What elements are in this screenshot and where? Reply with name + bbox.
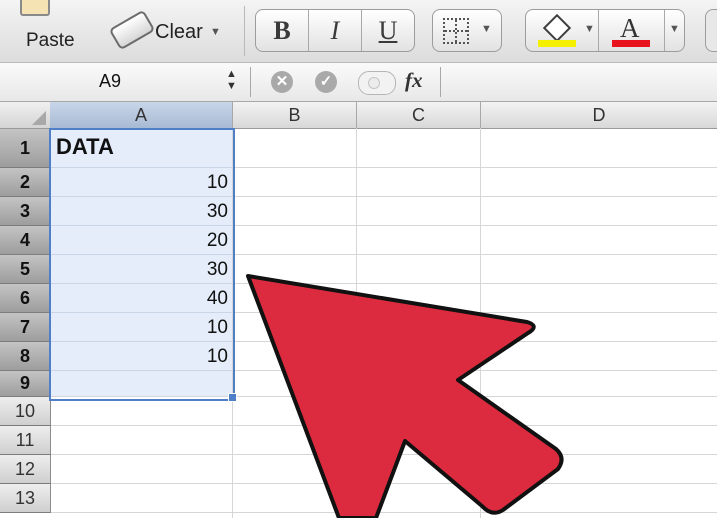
row-header-2[interactable]: 2 (0, 168, 51, 197)
gridline (232, 167, 717, 168)
gridline (50, 512, 717, 513)
more-button[interactable] (705, 9, 717, 52)
select-all-corner[interactable] (0, 102, 51, 129)
clear-button[interactable]: Clear ▼ (108, 9, 228, 52)
ribbon-toolbar: Paste Clear ▼ B I U ▼ ▼ A ▼ (0, 0, 717, 63)
gridline (232, 225, 717, 226)
row-header-12[interactable]: 12 (0, 455, 51, 484)
gridline (232, 283, 717, 284)
row-header-5[interactable]: 5 (0, 255, 51, 284)
row-header-6[interactable]: 6 (0, 284, 51, 313)
divider (440, 67, 441, 97)
row-header-1[interactable]: 1 (0, 129, 51, 168)
fx-icon[interactable]: fx (405, 68, 423, 93)
borders-button[interactable]: ▼ (432, 9, 502, 52)
fill-handle[interactable] (228, 393, 237, 402)
row-header-10[interactable]: 10 (0, 397, 51, 426)
column-header-c[interactable]: C (357, 102, 481, 129)
divider (664, 10, 665, 51)
formula-builder-toggle[interactable] (358, 71, 396, 95)
gridline (50, 454, 717, 455)
row-header-11[interactable]: 11 (0, 426, 51, 455)
column-header-d[interactable]: D (481, 102, 717, 129)
fill-color-swatch (538, 40, 576, 47)
paint-bucket-icon (542, 13, 572, 43)
bold-button[interactable]: B (256, 10, 309, 51)
borders-icon (443, 18, 469, 44)
name-box[interactable]: A9 ▲ ▼ (0, 66, 248, 96)
font-color-swatch (612, 40, 650, 47)
gridline (356, 128, 357, 518)
toolbar-divider (244, 6, 245, 56)
paste-button[interactable]: Paste (14, 0, 82, 60)
gridline (232, 370, 717, 371)
selection-border (49, 128, 235, 401)
chevron-down-icon: ▼ (210, 26, 221, 38)
row-header-3[interactable]: 3 (0, 197, 51, 226)
row-header-8[interactable]: 8 (0, 342, 51, 371)
italic-button[interactable]: I (309, 10, 362, 51)
gridline (50, 425, 717, 426)
column-header-a[interactable]: A (50, 102, 233, 129)
name-box-value: A9 (98, 71, 122, 91)
gridline (50, 483, 717, 484)
column-header-b[interactable]: B (233, 102, 357, 129)
confirm-icon[interactable]: ✓ (315, 71, 337, 93)
row-header-4[interactable]: 4 (0, 226, 51, 255)
eraser-icon (108, 9, 156, 51)
cancel-icon[interactable]: ✕ (271, 71, 293, 93)
gridline (232, 341, 717, 342)
row-header-9[interactable]: 9 (0, 371, 51, 397)
gridline (480, 128, 481, 518)
underline-button[interactable]: U (362, 10, 414, 51)
font-color-button[interactable]: A (612, 13, 650, 47)
gridline (232, 312, 717, 313)
chevron-down-icon[interactable]: ▼ (584, 23, 595, 35)
gridline (232, 254, 717, 255)
name-box-stepper-icon[interactable]: ▲ ▼ (226, 68, 237, 92)
clear-label: Clear (155, 21, 203, 43)
chevron-down-icon[interactable]: ▼ (481, 23, 492, 35)
divider (598, 10, 599, 51)
text-format-group: B I U (255, 9, 415, 52)
row-header-7[interactable]: 7 (0, 313, 51, 342)
toggle-knob (368, 77, 380, 89)
chevron-down-icon[interactable]: ▼ (669, 23, 680, 35)
spreadsheet-grid[interactable]: A B C D 1 2 3 4 5 6 7 8 9 10 11 12 13 DA… (0, 102, 717, 518)
row-header-13[interactable]: 13 (0, 484, 51, 513)
color-group: ▼ A ▼ (525, 9, 685, 52)
divider (250, 67, 251, 97)
clipboard-icon (20, 0, 50, 16)
paste-label: Paste (26, 30, 75, 51)
fill-color-button[interactable] (538, 13, 576, 48)
formula-bar: A9 ▲ ▼ ✕ ✓ fx (0, 63, 717, 102)
gridline (232, 196, 717, 197)
